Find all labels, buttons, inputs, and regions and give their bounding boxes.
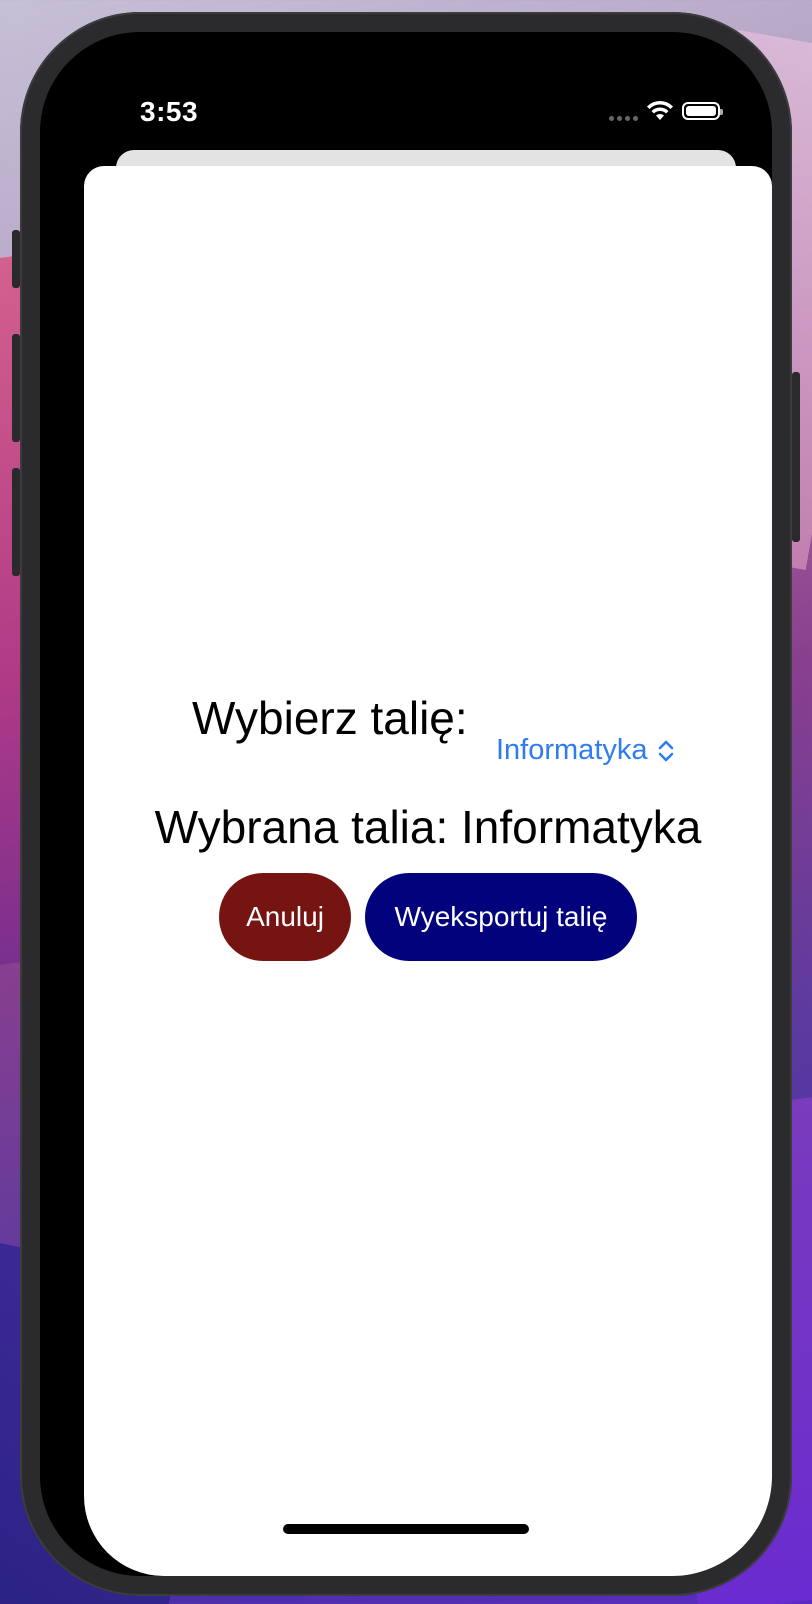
phone-frame: 3:53 Wybierz talię: Informatyka Wybrana … [12,12,800,1596]
home-indicator[interactable] [283,1524,529,1534]
cellular-signal-icon [609,101,638,121]
modal-sheet: Wybierz talię: Informatyka Wybrana talia… [84,166,772,1576]
status-time: 3:53 [140,96,199,127]
volume-down-button [12,468,20,576]
battery-icon [682,102,723,120]
selected-deck-text: Wybrana talia: Informatyka [154,801,702,853]
power-button [792,372,800,542]
status-icons [609,100,723,122]
deck-picker[interactable]: Informatyka [496,734,676,767]
cancel-button[interactable]: Anuluj [219,873,351,961]
export-deck-button[interactable]: Wyeksportuj talię [365,873,637,961]
chevron-up-down-icon [658,740,673,761]
volume-up-button [12,334,20,442]
picker-value: Informatyka [496,734,648,766]
picker-label: Wybierz talię: [192,692,468,744]
screen: 3:53 Wybierz talię: Informatyka Wybrana … [40,32,772,1576]
wifi-icon [647,100,673,120]
mute-switch [12,230,20,288]
action-buttons: Anuluj Wyeksportuj talię [84,873,772,961]
